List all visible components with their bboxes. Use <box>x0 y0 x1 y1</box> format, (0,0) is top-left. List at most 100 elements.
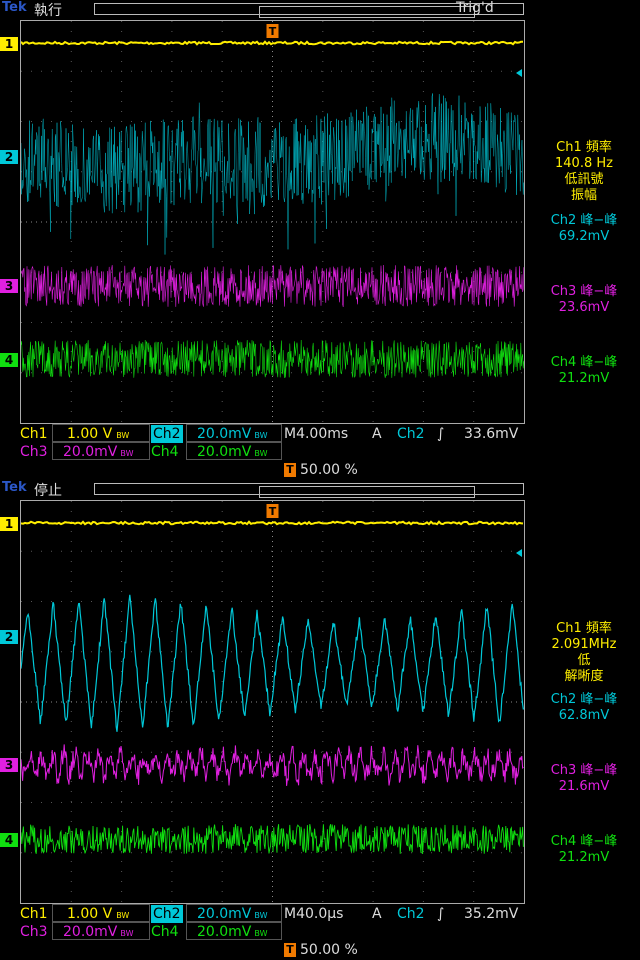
ch4-pkpk-readout: Ch4 峰−峰 21.2mV <box>528 355 640 387</box>
trigger-level-icon <box>516 549 522 557</box>
ch4-pkpk-readout: Ch4 峰−峰 21.2mV <box>528 834 640 866</box>
ch2-trace <box>21 93 524 255</box>
status-bar: Tek 執行 Trig'd <box>0 0 640 20</box>
trigger-position[interactable]: T 50.00 % <box>284 461 358 479</box>
ch3-ground-marker[interactable]: 3 <box>0 279 18 293</box>
settings-bar: Ch1 1.00 V BW Ch2 20.0mV BW M4.00ms A Ch2 … <box>0 424 640 480</box>
ch1-readout-note: 低訊號 <box>564 172 604 187</box>
brand-logo: Tek <box>2 0 27 15</box>
waveform-display: T <box>21 21 524 423</box>
ch4-label[interactable]: Ch4 <box>151 443 179 461</box>
trigger-source[interactable]: Ch2 <box>397 905 425 923</box>
trigger-mode: A <box>372 426 382 442</box>
bw-limit-icon: BW <box>120 929 134 938</box>
ch4-readout-value: 21.2mV <box>558 850 610 865</box>
bw-limit-icon: BW <box>254 911 268 920</box>
ch2-ground-marker[interactable]: 2 <box>0 150 18 164</box>
ch3-scale[interactable]: 20.0mV BW <box>52 922 150 940</box>
ch1-readout-note: 低 <box>577 653 591 668</box>
ch1-label[interactable]: Ch1 <box>20 905 48 923</box>
timebase[interactable]: M40.0µs <box>284 905 343 923</box>
ch3-label[interactable]: Ch3 <box>20 923 48 941</box>
ch3-readout-value: 23.6mV <box>558 300 610 315</box>
ch2-pkpk-readout: Ch2 峰−峰 62.8mV <box>528 692 640 724</box>
ch1-trace <box>21 520 524 526</box>
ch4-scale[interactable]: 20.0mV BW <box>186 922 282 940</box>
ch4-scale[interactable]: 20.0mV BW <box>186 442 282 460</box>
ch3-trace <box>21 744 524 786</box>
ch2-label[interactable]: Ch2 <box>151 905 183 923</box>
acquisition-state[interactable]: 停止 <box>34 480 62 500</box>
ch3-pkpk-readout: Ch3 峰−峰 23.6mV <box>528 284 640 316</box>
ch1-readout-label: Ch1 頻率 <box>556 140 612 155</box>
ch1-ground-marker[interactable]: 1 <box>0 37 18 51</box>
ch2-readout-label: Ch2 峰−峰 <box>550 692 618 707</box>
trigger-position[interactable]: T 50.00 % <box>284 941 358 959</box>
ch4-trace <box>21 824 524 855</box>
bw-limit-icon: BW <box>116 431 130 440</box>
bw-limit-icon: BW <box>116 911 130 920</box>
ch1-scale-value: 1.00 V <box>67 906 113 922</box>
ch2-scale-value: 20.0mV <box>197 906 252 922</box>
scope-screen-running: Tek 執行 Trig'd T 1 2 3 4 Ch1 頻率 140.8 Hz … <box>0 0 640 480</box>
ch4-ground-marker[interactable]: 4 <box>0 353 18 367</box>
trigger-mode: A <box>372 906 382 922</box>
ch2-label[interactable]: Ch2 <box>151 425 183 443</box>
trigger-position-icon: T <box>284 463 296 477</box>
waveform-display: T <box>21 501 524 903</box>
ch3-readout-label: Ch3 峰−峰 <box>550 284 618 299</box>
trigger-marker-label: T <box>269 25 277 38</box>
ch2-scale-value: 20.0mV <box>197 426 252 442</box>
acquisition-state[interactable]: 執行 <box>34 0 62 20</box>
ch4-readout-label: Ch4 峰−峰 <box>550 834 618 849</box>
ch4-ground-marker[interactable]: 4 <box>0 833 18 847</box>
brand-logo: Tek <box>2 480 27 495</box>
timebase[interactable]: M4.00ms <box>284 425 348 443</box>
ch4-readout-label: Ch4 峰−峰 <box>550 355 618 370</box>
ch2-pkpk-readout: Ch2 峰−峰 69.2mV <box>528 213 640 245</box>
ch3-ground-marker[interactable]: 3 <box>0 758 18 772</box>
record-position-bar <box>94 483 524 498</box>
ch2-readout-value: 62.8mV <box>558 708 610 723</box>
ch1-frequency-readout: Ch1 頻率 140.8 Hz 低訊號 振幅 <box>528 140 640 204</box>
ch1-trace <box>21 40 524 46</box>
ch1-scale-value: 1.00 V <box>67 426 113 442</box>
ch3-readout-value: 21.6mV <box>558 779 610 794</box>
trigger-level[interactable]: 33.6mV <box>464 425 518 443</box>
trigger-slope-icon: ∫ <box>437 906 445 922</box>
ch4-label[interactable]: Ch4 <box>151 923 179 941</box>
ch1-readout-value: 2.091MHz <box>551 637 617 652</box>
ch3-pkpk-readout: Ch3 峰−峰 21.6mV <box>528 763 640 795</box>
bw-limit-icon: BW <box>254 431 268 440</box>
ch1-frequency-readout: Ch1 頻率 2.091MHz 低 解晰度 <box>528 621 640 685</box>
ch2-readout-value: 69.2mV <box>558 229 610 244</box>
ch1-readout-label: Ch1 頻率 <box>556 621 612 636</box>
graticule: T <box>20 500 525 904</box>
ch2-scale[interactable]: 20.0mV BW <box>186 424 282 442</box>
ch1-ground-marker[interactable]: 1 <box>0 517 18 531</box>
ch1-label[interactable]: Ch1 <box>20 425 48 443</box>
ch1-scale[interactable]: 1.00 V BW <box>52 424 150 442</box>
bw-limit-icon: BW <box>254 449 268 458</box>
ch4-readout-value: 21.2mV <box>558 371 610 386</box>
ch1-readout-value: 140.8 Hz <box>555 156 613 171</box>
trigger-level[interactable]: 35.2mV <box>464 905 518 923</box>
record-window[interactable] <box>259 486 475 498</box>
settings-bar: Ch1 1.00 V BW Ch2 20.0mV BW M40.0µs A Ch2 … <box>0 904 640 960</box>
trigger-marker-label: T <box>269 505 277 518</box>
trigger-source[interactable]: Ch2 <box>397 425 425 443</box>
ch2-scale[interactable]: 20.0mV BW <box>186 904 282 922</box>
ch3-scale-value: 20.0mV <box>63 924 118 940</box>
bw-limit-icon: BW <box>254 929 268 938</box>
scope-screen-stopped: Tek 停止 T 1 2 3 4 Ch1 頻率 2.091MHz 低 解晰度 C… <box>0 480 640 960</box>
ch4-scale-value: 20.0mV <box>197 924 252 940</box>
ch3-readout-label: Ch3 峰−峰 <box>550 763 618 778</box>
record-window[interactable] <box>259 6 475 18</box>
ch2-readout-label: Ch2 峰−峰 <box>550 213 618 228</box>
ch4-scale-value: 20.0mV <box>197 444 252 460</box>
ch3-scale[interactable]: 20.0mV BW <box>52 442 150 460</box>
ch1-scale[interactable]: 1.00 V BW <box>52 904 150 922</box>
ch2-ground-marker[interactable]: 2 <box>0 630 18 644</box>
ch3-scale-value: 20.0mV <box>63 444 118 460</box>
ch3-label[interactable]: Ch3 <box>20 443 48 461</box>
